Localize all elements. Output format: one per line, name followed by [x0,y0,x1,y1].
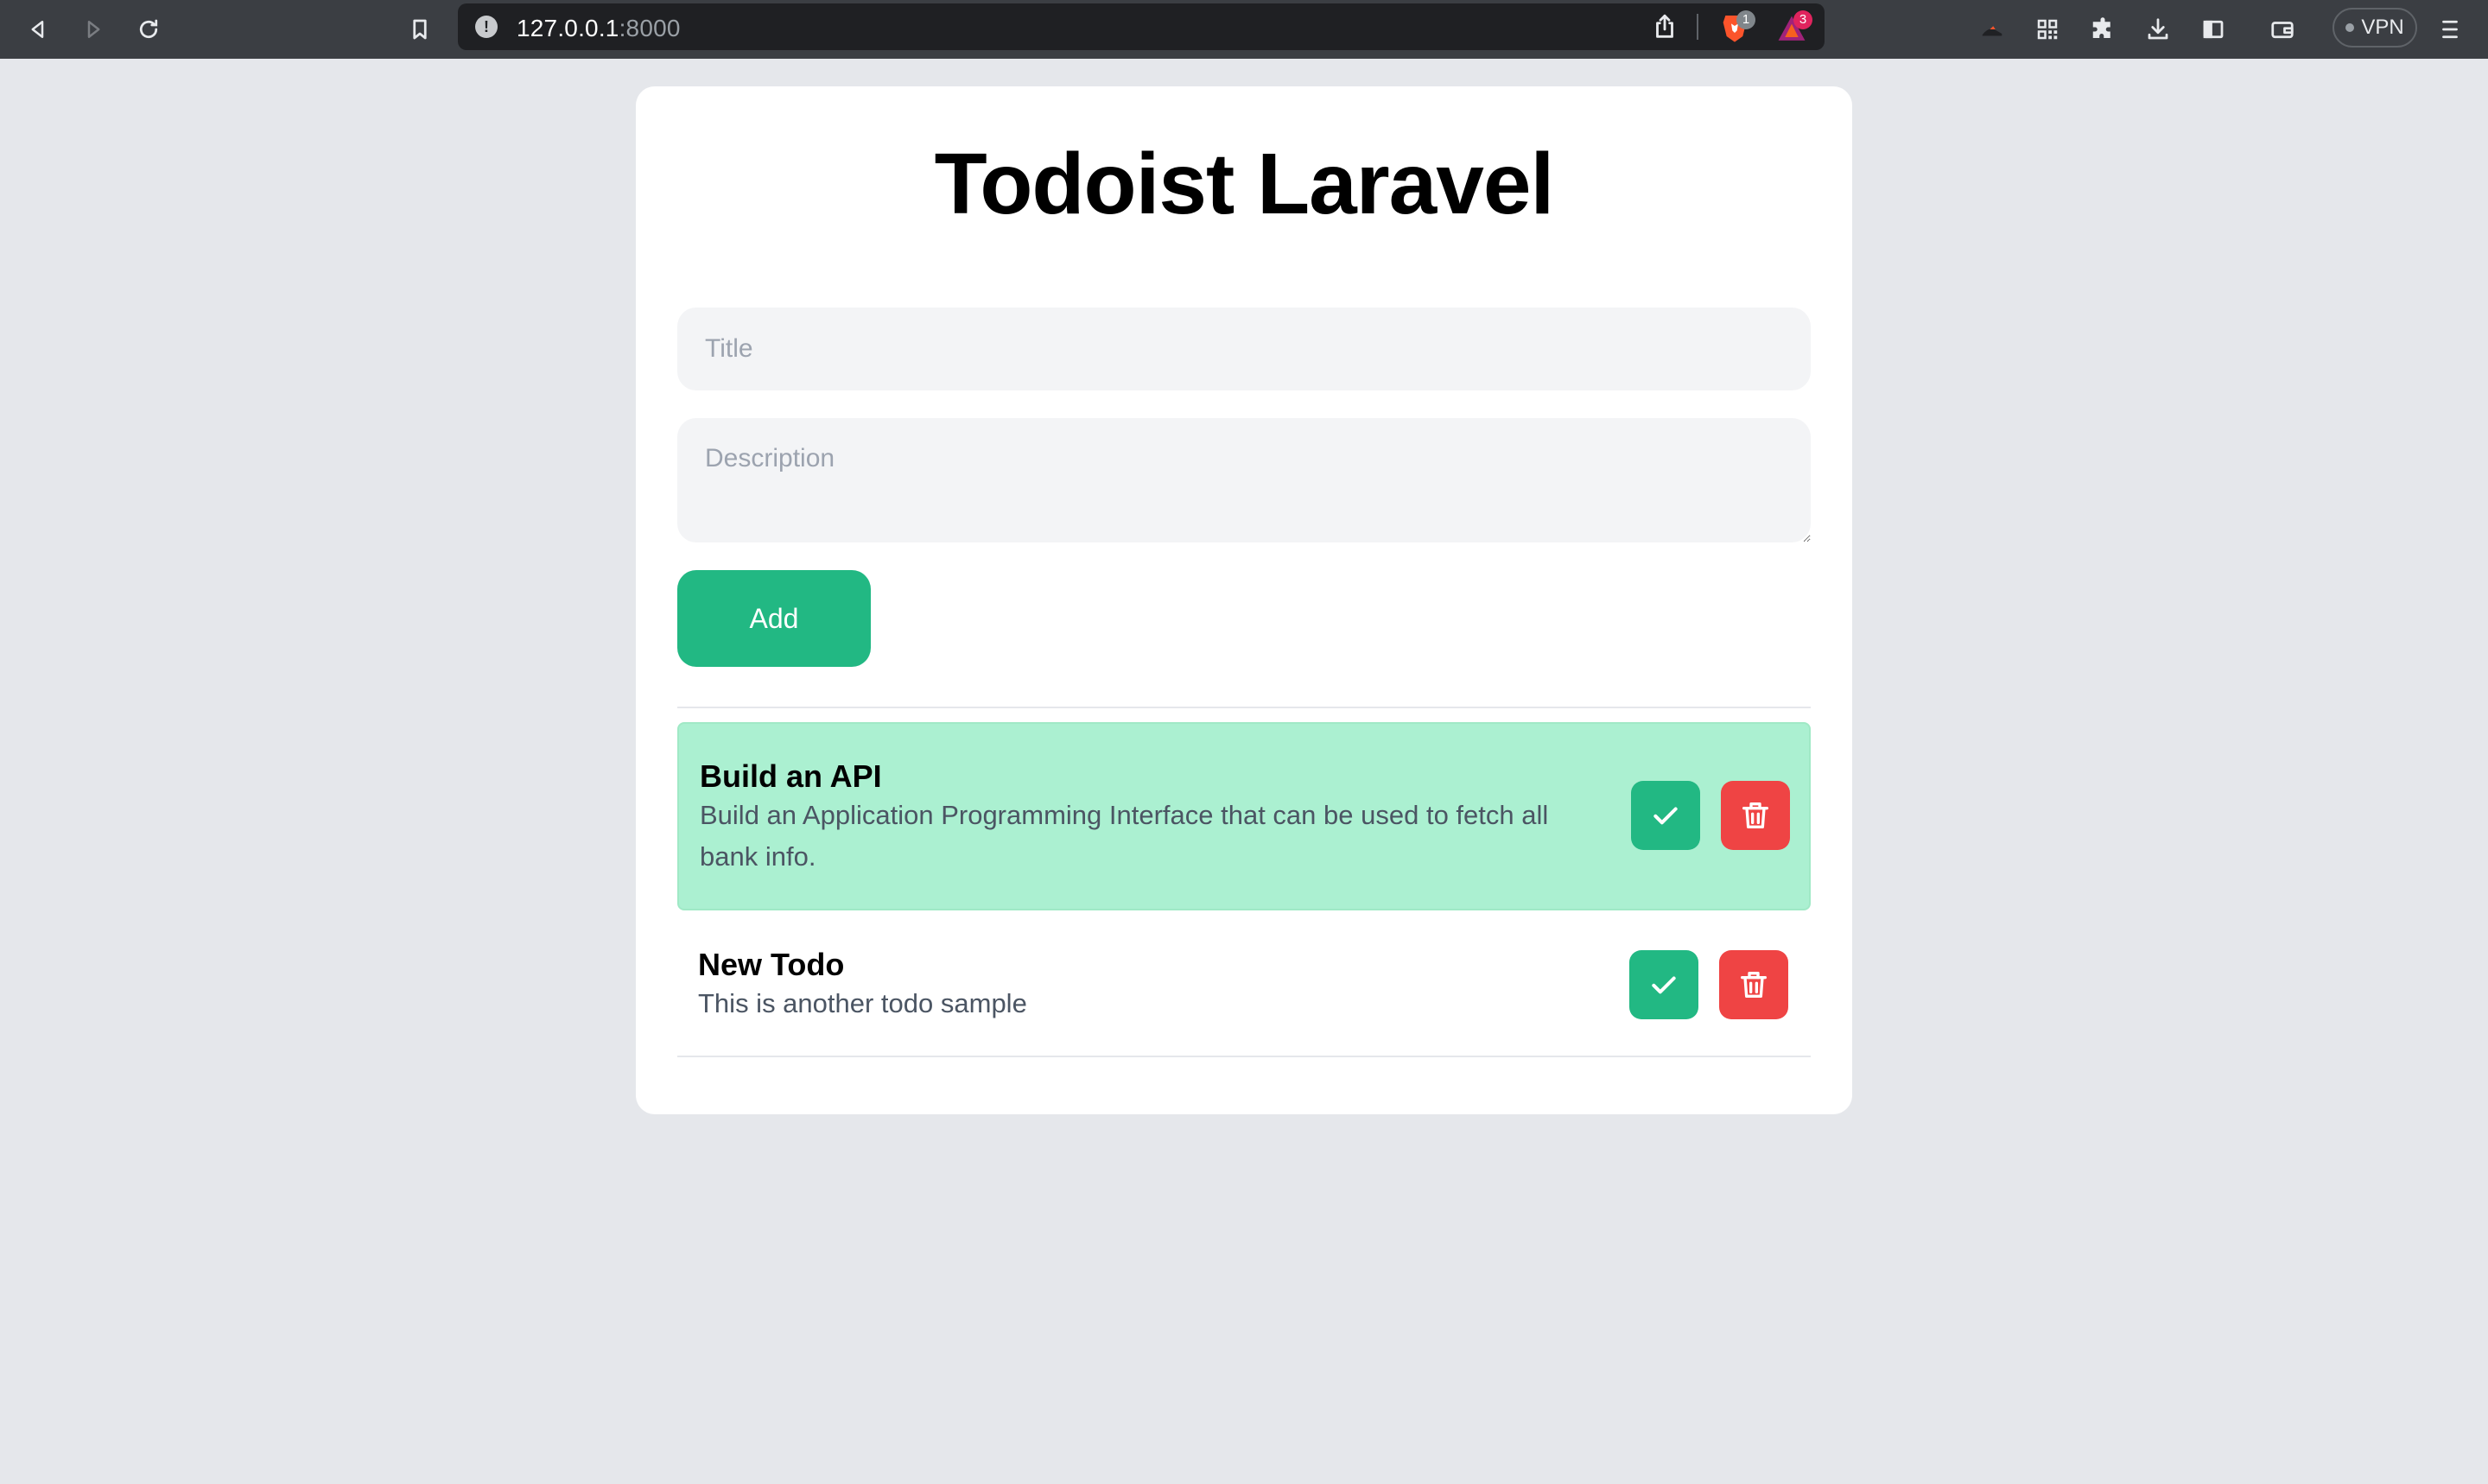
todo-title: Build an API [700,758,882,794]
divider [677,1056,1811,1057]
url-port: :8000 [619,15,681,41]
shields-count-badge: 1 [1736,10,1755,29]
todo-item: New Todo This is another todo sample [677,924,1811,1045]
address-bar-divider [1697,14,1698,40]
wallet-icon[interactable] [2263,10,2301,48]
share-icon[interactable] [1650,12,1679,41]
reload-icon[interactable] [128,9,169,50]
browser-toolbar: ! 127.0.0.1:8000 1 3 VPN [0,0,2488,59]
todo-description: This is another todo sample [698,988,1027,1018]
check-icon [1653,807,1678,825]
qr-code-icon[interactable] [2028,10,2066,48]
trash-icon [1741,972,1767,998]
page-title: Todoist Laravel [934,136,1555,232]
add-button[interactable]: Add [677,570,871,667]
menu-icon[interactable] [2431,10,2469,48]
delete-button[interactable] [1719,950,1788,1019]
sidebar-toggle-icon[interactable] [2194,10,2232,48]
vpn-status-dot [2345,23,2355,32]
title-input[interactable] [677,308,1811,390]
complete-button[interactable] [1629,950,1698,1019]
site-info-icon[interactable]: ! [475,16,498,38]
rewards-count-badge: 3 [1793,10,1812,29]
forward-icon[interactable] [73,9,114,50]
back-icon[interactable] [17,9,59,50]
url-text[interactable]: 127.0.0.1:8000 [517,15,681,42]
todo-item: Build an API Build an Application Progra… [677,722,1811,910]
todo-description: Build an Application Programming Interfa… [700,800,1549,872]
bookmark-icon[interactable] [399,9,441,50]
url-host: 127.0.0.1 [517,15,619,41]
vpn-label: VPN [2361,16,2404,39]
extension-icon[interactable] [1973,10,2011,48]
todo-title: New Todo [698,947,845,982]
todo-app-card: Todoist Laravel Add Build an API Build a… [636,86,1852,1114]
divider [677,707,1811,708]
description-textarea[interactable] [677,418,1811,542]
check-icon [1652,976,1676,994]
trash-icon [1742,802,1768,828]
address-bar[interactable]: ! 127.0.0.1:8000 1 3 [458,3,1825,50]
extensions-puzzle-icon[interactable] [2084,10,2122,48]
delete-button[interactable] [1721,781,1790,850]
vpn-button[interactable]: VPN [2332,8,2417,48]
complete-button[interactable] [1631,781,1700,850]
download-icon[interactable] [2139,10,2177,48]
